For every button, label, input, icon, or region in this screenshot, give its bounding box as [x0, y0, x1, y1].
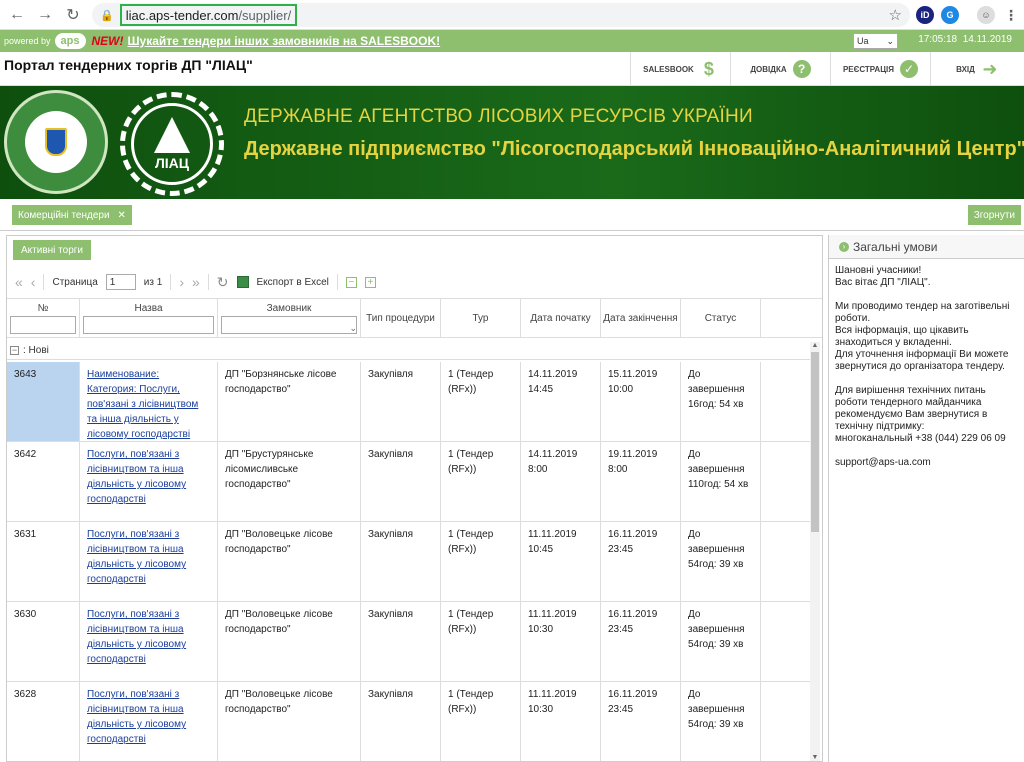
powered-by-label: powered by — [4, 36, 51, 46]
tree-icon — [154, 117, 190, 153]
portal-title: Портал тендерних торгів ДП "ЛІАЦ" — [4, 57, 253, 73]
expand-all-icon[interactable]: + — [364, 276, 376, 288]
bookmark-star-icon[interactable]: ☆ — [889, 6, 902, 24]
customer-filter-select[interactable] — [221, 316, 357, 334]
conditions-paragraph: Шановні учасники! Вас вітає ДП "ЛІАЦ". — [835, 265, 931, 288]
col-customer[interactable]: Замовник ⌄ — [218, 299, 361, 337]
browser-toolbar: ← → ↻ 🔒 liac.aps-tender.com/supplier/ ☆ … — [0, 0, 1024, 30]
page-count: из 1 — [143, 276, 163, 288]
refresh-icon[interactable]: ↻ — [217, 274, 229, 291]
promo-bar: powered by aps NEW! Шукайте тендери інши… — [0, 30, 1024, 52]
question-icon: ? — [792, 60, 811, 78]
table-row[interactable]: 3643 Наименование: Категория: Послуги, п… — [7, 362, 812, 442]
name-filter-input[interactable] — [83, 316, 214, 334]
extension-g-icon[interactable]: G — [941, 6, 959, 24]
first-page-icon[interactable]: « — [15, 274, 23, 290]
col-type[interactable]: Тип процедури — [361, 299, 441, 337]
profile-avatar-icon[interactable]: ☺ — [977, 6, 995, 24]
portal-header: Портал тендерних торгів ДП "ЛІАЦ" SALESB… — [0, 52, 1024, 86]
scroll-down-icon[interactable]: ▼ — [810, 754, 820, 761]
collapse-button[interactable]: Згорнути — [967, 205, 1021, 225]
tender-link[interactable]: Послуги, пов'язані з лісівництвом та інш… — [87, 529, 186, 585]
conditions-paragraph: Ми проводимо тендер на заготівельні робо… — [835, 301, 1010, 372]
login-button[interactable]: ВХІД ➜ — [930, 52, 1024, 86]
col-name[interactable]: Назва — [80, 299, 218, 337]
active-tenders-button[interactable]: Активні торги — [13, 240, 91, 260]
table-row[interactable]: 3628 Послуги, пов'язані з лісівництвом т… — [7, 682, 812, 761]
tender-link[interactable]: Наименование: Категория: Послуги, пов'яз… — [87, 369, 198, 440]
chevron-down-icon: ⌄ — [349, 323, 357, 333]
group-row-new[interactable]: − : Нові — [7, 342, 812, 360]
back-icon[interactable]: ← — [6, 4, 28, 26]
help-button[interactable]: ДОВІДКА? — [730, 52, 830, 86]
pager: « ‹ Страница 1 из 1 › » ↻ Експорт в Exce… — [7, 269, 822, 295]
banner-agency-name: ДЕРЖАВНЕ АГЕНТСТВО ЛІСОВИХ РЕСУРСІВ УКРА… — [244, 106, 753, 127]
forward-icon[interactable]: → — [34, 4, 56, 26]
clock: 17:05:18 14.11.2019 — [918, 34, 1012, 45]
scroll-thumb[interactable] — [811, 352, 819, 532]
table-scrollbar[interactable]: ▲ ▼ — [810, 342, 820, 761]
tab-commercial-tenders[interactable]: Комерційні тендери ✕ — [12, 205, 132, 225]
col-num[interactable]: № — [7, 299, 80, 337]
language-select[interactable]: Ua ⌄ — [853, 33, 898, 49]
conditions-text: Шановні учасники! Вас вітає ДП "ЛІАЦ". М… — [829, 259, 1024, 487]
extension-id-icon[interactable]: iD — [916, 6, 934, 24]
tender-link[interactable]: Послуги, пов'язані з лісівництвом та інш… — [87, 449, 186, 505]
table-header: № Назва Замовник ⌄ Тип процедури Тур Дата… — [7, 298, 822, 338]
col-end[interactable]: Дата закінчення — [601, 299, 681, 337]
table-row[interactable]: 3630 Послуги, пов'язані з лісівництвом т… — [7, 602, 812, 682]
banner-enterprise-name: Державне підприємство "Лісогосподарський… — [244, 138, 1024, 160]
dollar-icon: $ — [703, 58, 714, 79]
menu-kebab-icon[interactable]: ⋮ — [1002, 6, 1020, 24]
conditions-paragraph: Для вирішення технічних питань роботи те… — [835, 385, 1006, 444]
excel-icon[interactable] — [236, 276, 249, 288]
col-status[interactable]: Статус — [681, 299, 761, 337]
group-collapse-icon[interactable]: − — [10, 346, 19, 355]
aps-logo[interactable]: aps — [54, 33, 86, 49]
reload-icon[interactable]: ↻ — [62, 4, 84, 26]
liac-logo: ЛІАЦ — [120, 92, 224, 196]
register-button[interactable]: РЕЄСТРАЦІЯ ✓ — [830, 52, 930, 86]
tender-link[interactable]: Послуги, пов'язані з лісівництвом та інш… — [87, 609, 186, 665]
salesbook-button[interactable]: SALESBOOK $ — [630, 52, 730, 86]
trident-shield-icon — [45, 128, 67, 156]
sign-in-icon: ➜ — [982, 58, 998, 79]
new-badge: NEW! — [91, 34, 124, 48]
export-excel-button[interactable]: Експорт в Excel — [257, 277, 329, 288]
chevron-down-icon: ⌄ — [886, 35, 894, 46]
next-page-icon[interactable]: › — [179, 274, 184, 290]
col-start[interactable]: Дата початку — [521, 299, 601, 337]
table-row[interactable]: 3642 Послуги, пов'язані з лісівництвом т… — [7, 442, 812, 522]
support-email[interactable]: support@aps-ua.com — [835, 457, 1018, 469]
tabs-row: Комерційні тендери ✕ Згорнути — [0, 199, 1024, 231]
collapse-all-icon[interactable]: − — [345, 276, 357, 288]
chevron-right-icon: › — [839, 241, 849, 252]
address-bar[interactable]: 🔒 liac.aps-tender.com/supplier/ ☆ — [92, 3, 910, 27]
check-icon: ✓ — [900, 60, 919, 78]
lock-icon: 🔒 — [100, 9, 114, 22]
header-banner: ЛІАЦ ДЕРЖАВНЕ АГЕНТСТВО ЛІСОВИХ РЕСУРСІВ… — [0, 86, 1024, 199]
url-text[interactable]: liac.aps-tender.com/supplier/ — [119, 4, 298, 26]
page-label: Страница — [52, 276, 98, 288]
prev-page-icon[interactable]: ‹ — [31, 274, 36, 290]
conditions-header[interactable]: › Загальні умови — [829, 235, 1024, 259]
salesbook-promo-link[interactable]: Шукайте тендери інших замовників на SALE… — [128, 34, 441, 48]
table-body: 3643 Наименование: Категория: Послуги, п… — [7, 362, 812, 761]
col-tour[interactable]: Тур — [441, 299, 521, 337]
num-filter-input[interactable] — [10, 316, 76, 334]
agency-seal-logo — [4, 90, 108, 194]
conditions-panel: › Загальні умови Шановні учасники! Вас в… — [828, 235, 1024, 762]
tenders-panel: Активні торги « ‹ Страница 1 из 1 › » ↻ … — [6, 235, 823, 762]
table-row[interactable]: 3631 Послуги, пов'язані з лісівництвом т… — [7, 522, 812, 602]
scroll-up-icon[interactable]: ▲ — [810, 342, 820, 349]
tender-link[interactable]: Послуги, пов'язані з лісівництвом та інш… — [87, 689, 186, 745]
close-icon[interactable]: ✕ — [118, 210, 126, 221]
main-area: Активні торги « ‹ Страница 1 из 1 › » ↻ … — [0, 233, 1024, 762]
page-input[interactable]: 1 — [105, 274, 136, 290]
last-page-icon[interactable]: » — [192, 274, 200, 290]
